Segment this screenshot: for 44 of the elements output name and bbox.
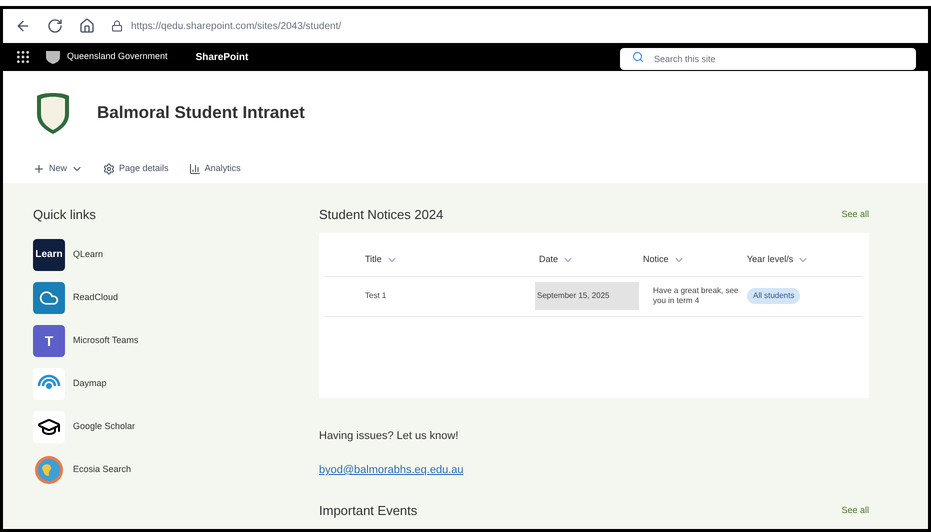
quick-link[interactable]: ReadCloud — [33, 282, 293, 314]
search-field[interactable]: Search this site — [620, 48, 916, 70]
app-launcher-icon[interactable] — [15, 49, 31, 65]
graduation-cap-icon — [33, 410, 65, 442]
back-icon[interactable] — [15, 18, 31, 34]
table-cell-text: Test 1 — [364, 290, 388, 302]
wave-logo-icon — [33, 368, 65, 400]
learn-logo-icon: Learn — [33, 238, 65, 270]
brand-name: Queensland Government — [67, 50, 168, 64]
cloud-logo-icon — [33, 282, 65, 314]
column-header[interactable]: Notice — [639, 253, 743, 267]
gear-icon — [103, 163, 116, 175]
column-header[interactable]: Title — [325, 253, 535, 267]
search-icon — [632, 51, 644, 63]
column-header[interactable]: Date — [535, 253, 639, 267]
app-name[interactable]: SharePoint — [196, 50, 248, 64]
section-title: Important Events — [319, 502, 418, 520]
table-cell-text: Have a great break, see you in term 4 — [652, 286, 740, 306]
plus-icon — [33, 163, 45, 175]
lock-icon — [111, 20, 123, 32]
support-text: Having issues? Let us know! — [319, 428, 460, 444]
section-title: Quick links — [33, 206, 97, 224]
see-all-link[interactable]: See all — [841, 504, 869, 517]
reload-icon[interactable] — [47, 18, 63, 34]
email-link[interactable]: byod@balmorabhs.eq.edu.au — [319, 462, 869, 478]
quick-link[interactable]: T Microsoft Teams — [33, 324, 293, 356]
table-cell: September 15, 2025 — [535, 282, 639, 310]
quick-link[interactable]: Ecosia Search — [33, 454, 293, 486]
quick-link[interactable]: Google Scholar — [33, 410, 293, 442]
see-all-link[interactable]: See all — [841, 208, 869, 222]
chart-icon — [188, 163, 201, 175]
home-icon[interactable] — [79, 18, 95, 34]
quick-link[interactable]: Learn QLearn — [33, 238, 293, 270]
crest-icon — [43, 49, 63, 65]
teams-logo-icon: T — [33, 324, 65, 356]
address-bar-url[interactable]: https://qedu.sharepoint.com/sites/2043/student/ — [131, 18, 342, 34]
tag: All students — [747, 288, 800, 304]
command-button[interactable]: Page details — [103, 162, 169, 176]
column-header[interactable]: Year level/s — [743, 253, 863, 267]
quick-link[interactable]: Daymap — [33, 368, 293, 400]
command-button[interactable]: New — [33, 162, 84, 176]
site-title: Balmoral Student Intranet — [97, 102, 305, 124]
section-title: Student Notices 2024 — [319, 206, 444, 224]
command-button[interactable]: Analytics — [188, 162, 241, 176]
